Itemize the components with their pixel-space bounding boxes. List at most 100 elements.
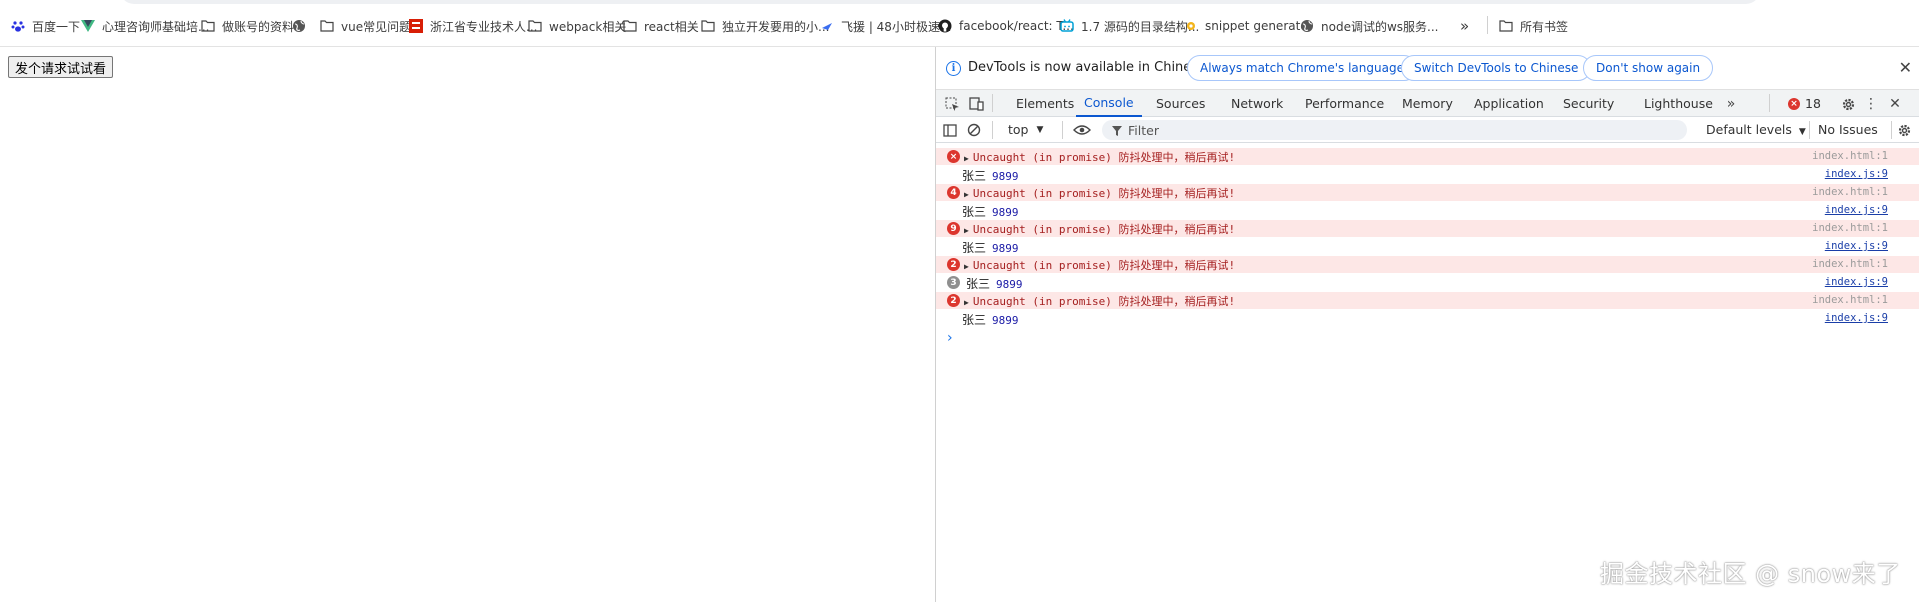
console-error-row[interactable]: 4 ▶ Uncaught (in promise) 防抖处理中，稍后再试! ind… [936, 184, 1919, 201]
log-number: 9899 [992, 314, 1019, 327]
inspect-element-icon[interactable] [942, 94, 962, 114]
console-toolbar: top ▼ Filter Default levels ▼ No Issues [936, 117, 1919, 143]
folder-icon [1498, 19, 1513, 34]
log-levels-dropdown[interactable]: Default levels ▼ [1706, 122, 1806, 137]
clear-console-icon[interactable] [964, 120, 984, 140]
filter-placeholder: Filter [1128, 122, 1159, 138]
console-error-row[interactable]: 2 ▶ Uncaught (in promise) 防抖处理中，稍后再试! ind… [936, 256, 1919, 273]
source-link[interactable]: index.html:1 [1812, 150, 1888, 162]
console-prompt[interactable]: › [947, 330, 953, 346]
log-number: 9899 [992, 242, 1019, 255]
eye-icon[interactable] [1072, 120, 1092, 140]
bookmark-feiyuan[interactable]: 飞援 | 48小时极速... [819, 16, 951, 36]
more-tabs-icon[interactable]: » [1721, 94, 1741, 114]
toolbar-divider [992, 121, 993, 139]
tab-sources[interactable]: Sources [1156, 90, 1205, 117]
globe-icon [291, 19, 306, 34]
source-link[interactable]: index.html:1 [1812, 258, 1888, 270]
match-language-button[interactable]: Always match Chrome's language [1187, 55, 1417, 81]
error-message[interactable]: ▶ Uncaught (in promise) 防抖处理中，稍后再试! [964, 185, 1235, 201]
devtools-tabbar: Elements Console Sources Network Perform… [936, 89, 1919, 117]
kebab-menu-icon[interactable]: ⋮ [1861, 94, 1881, 114]
bookmark-label: 心理咨询师基础培... [102, 19, 210, 34]
baidu-paw-icon [10, 19, 25, 34]
expand-triangle-icon: ▶ [964, 298, 969, 307]
console-error-row[interactable]: 2 ▶ Uncaught (in promise) 防抖处理中，稍后再试! ind… [936, 292, 1919, 309]
error-message[interactable]: ▶ Uncaught (in promise) 防抖处理中，稍后再试! [964, 221, 1235, 237]
github-icon [937, 19, 952, 34]
close-icon[interactable]: ✕ [1899, 58, 1912, 77]
source-link[interactable]: index.js:9 [1825, 312, 1888, 324]
bookmark-psych[interactable]: 心理咨询师基础培... [80, 16, 209, 36]
error-icon: × [1788, 97, 1800, 110]
send-request-button[interactable]: 发个请求试试看 [8, 56, 114, 78]
sidebar-toggle-icon[interactable] [940, 120, 960, 140]
chevrons-right-icon: » [1460, 17, 1470, 35]
device-toolbar-icon[interactable] [966, 94, 986, 114]
settings-gear-icon[interactable] [1838, 94, 1858, 114]
tab-console[interactable]: Console [1076, 90, 1142, 117]
tab-application[interactable]: Application [1474, 90, 1544, 117]
bookmark-github-react[interactable]: facebook/react: T... [937, 16, 1074, 36]
bookmarks-divider [1487, 16, 1488, 34]
issues-counter[interactable]: No Issues [1818, 122, 1878, 137]
expand-triangle-icon: ▶ [964, 190, 969, 199]
source-link[interactable]: index.html:1 [1812, 186, 1888, 198]
context-selector[interactable]: top ▼ [1008, 122, 1043, 137]
error-text: Uncaught (in promise) 防抖处理中，稍后再试! [972, 295, 1236, 308]
page-viewport: 发个请求试试看 [0, 47, 935, 602]
tab-security[interactable]: Security [1563, 90, 1614, 117]
toolbar-divider [1769, 94, 1770, 112]
all-bookmarks-button[interactable]: 所有书签 [1498, 16, 1568, 36]
error-message[interactable]: ▶ Uncaught (in promise) 防抖处理中，稍后再试! [964, 293, 1235, 309]
error-message[interactable]: ▶ Uncaught (in promise) 防抖处理中，稍后再试! [964, 149, 1235, 165]
console-settings-icon[interactable] [1894, 120, 1914, 140]
source-link[interactable]: index.js:9 [1825, 240, 1888, 252]
tab-memory[interactable]: Memory [1402, 90, 1453, 117]
dont-show-again-button[interactable]: Don't show again [1583, 55, 1714, 81]
log-number: 9899 [992, 170, 1019, 183]
bookmark-snippet[interactable]: snippet generator [1183, 16, 1313, 36]
bookmark-label: react相关 [644, 19, 699, 34]
bookmark-indie-dev[interactable]: 独立开发要用的小... [700, 16, 829, 36]
close-devtools-icon[interactable]: ✕ [1885, 94, 1905, 114]
bookmark-vue-faq[interactable]: vue常见问题 [319, 16, 411, 36]
watermark: 掘金技术社区 @ snow来了 [1600, 560, 1901, 588]
tab-network[interactable]: Network [1231, 90, 1283, 117]
source-link[interactable]: index.js:9 [1825, 276, 1888, 288]
source-link[interactable]: index.js:9 [1825, 204, 1888, 216]
log-number: 9899 [996, 278, 1023, 291]
switch-chinese-button[interactable]: Switch DevTools to Chinese [1401, 55, 1592, 81]
log-number: 9899 [992, 206, 1019, 219]
bookmark-react[interactable]: react相关 [622, 16, 699, 36]
folder-icon [319, 19, 334, 34]
tab-performance[interactable]: Performance [1305, 90, 1384, 117]
info-icon: i [946, 61, 961, 76]
source-link[interactable]: index.html:1 [1812, 294, 1888, 306]
bookmark-baidu[interactable]: 百度一下 [10, 16, 80, 36]
bookmark-globe[interactable] [291, 16, 313, 36]
source-link[interactable]: index.js:9 [1825, 168, 1888, 180]
bookmark-account-docs[interactable]: 做账号的资料 [200, 16, 294, 36]
bookmarks-overflow-button[interactable]: » [1460, 16, 1469, 36]
error-text: Uncaught (in promise) 防抖处理中，稍后再试! [972, 151, 1236, 164]
expand-triangle-icon: ▶ [964, 226, 969, 235]
error-counter[interactable]: × 18 [1788, 96, 1821, 111]
source-link[interactable]: index.html:1 [1812, 222, 1888, 234]
repeat-count-badge: 3 [947, 276, 960, 289]
expand-triangle-icon: ▶ [964, 262, 969, 271]
console-error-row[interactable]: × ▶ Uncaught (in promise) 防抖处理中，稍后再试! ind… [936, 148, 1919, 165]
bookmark-webpack[interactable]: webpack相关 [527, 16, 626, 36]
log-name: 张三 [962, 205, 987, 219]
bookmark-node-ws[interactable]: node调试的ws服务... [1299, 16, 1438, 36]
filter-input[interactable]: Filter [1102, 120, 1687, 140]
bookmark-zhejiang[interactable]: 浙江省专业技术人... [408, 16, 537, 36]
globe-icon [1299, 19, 1314, 34]
devtools-panel: i DevTools is now available in Chinese! … [935, 47, 1919, 602]
tab-lighthouse[interactable]: Lighthouse [1644, 90, 1713, 117]
tab-elements[interactable]: Elements [1016, 90, 1074, 117]
log-message: 张三 9899 [962, 203, 1019, 220]
bookmark-bilibili[interactable]: 1.7 源码的目录结构... [1059, 16, 1199, 36]
console-error-row[interactable]: 9 ▶ Uncaught (in promise) 防抖处理中，稍后再试! ind… [936, 220, 1919, 237]
error-message[interactable]: ▶ Uncaught (in promise) 防抖处理中，稍后再试! [964, 257, 1235, 273]
